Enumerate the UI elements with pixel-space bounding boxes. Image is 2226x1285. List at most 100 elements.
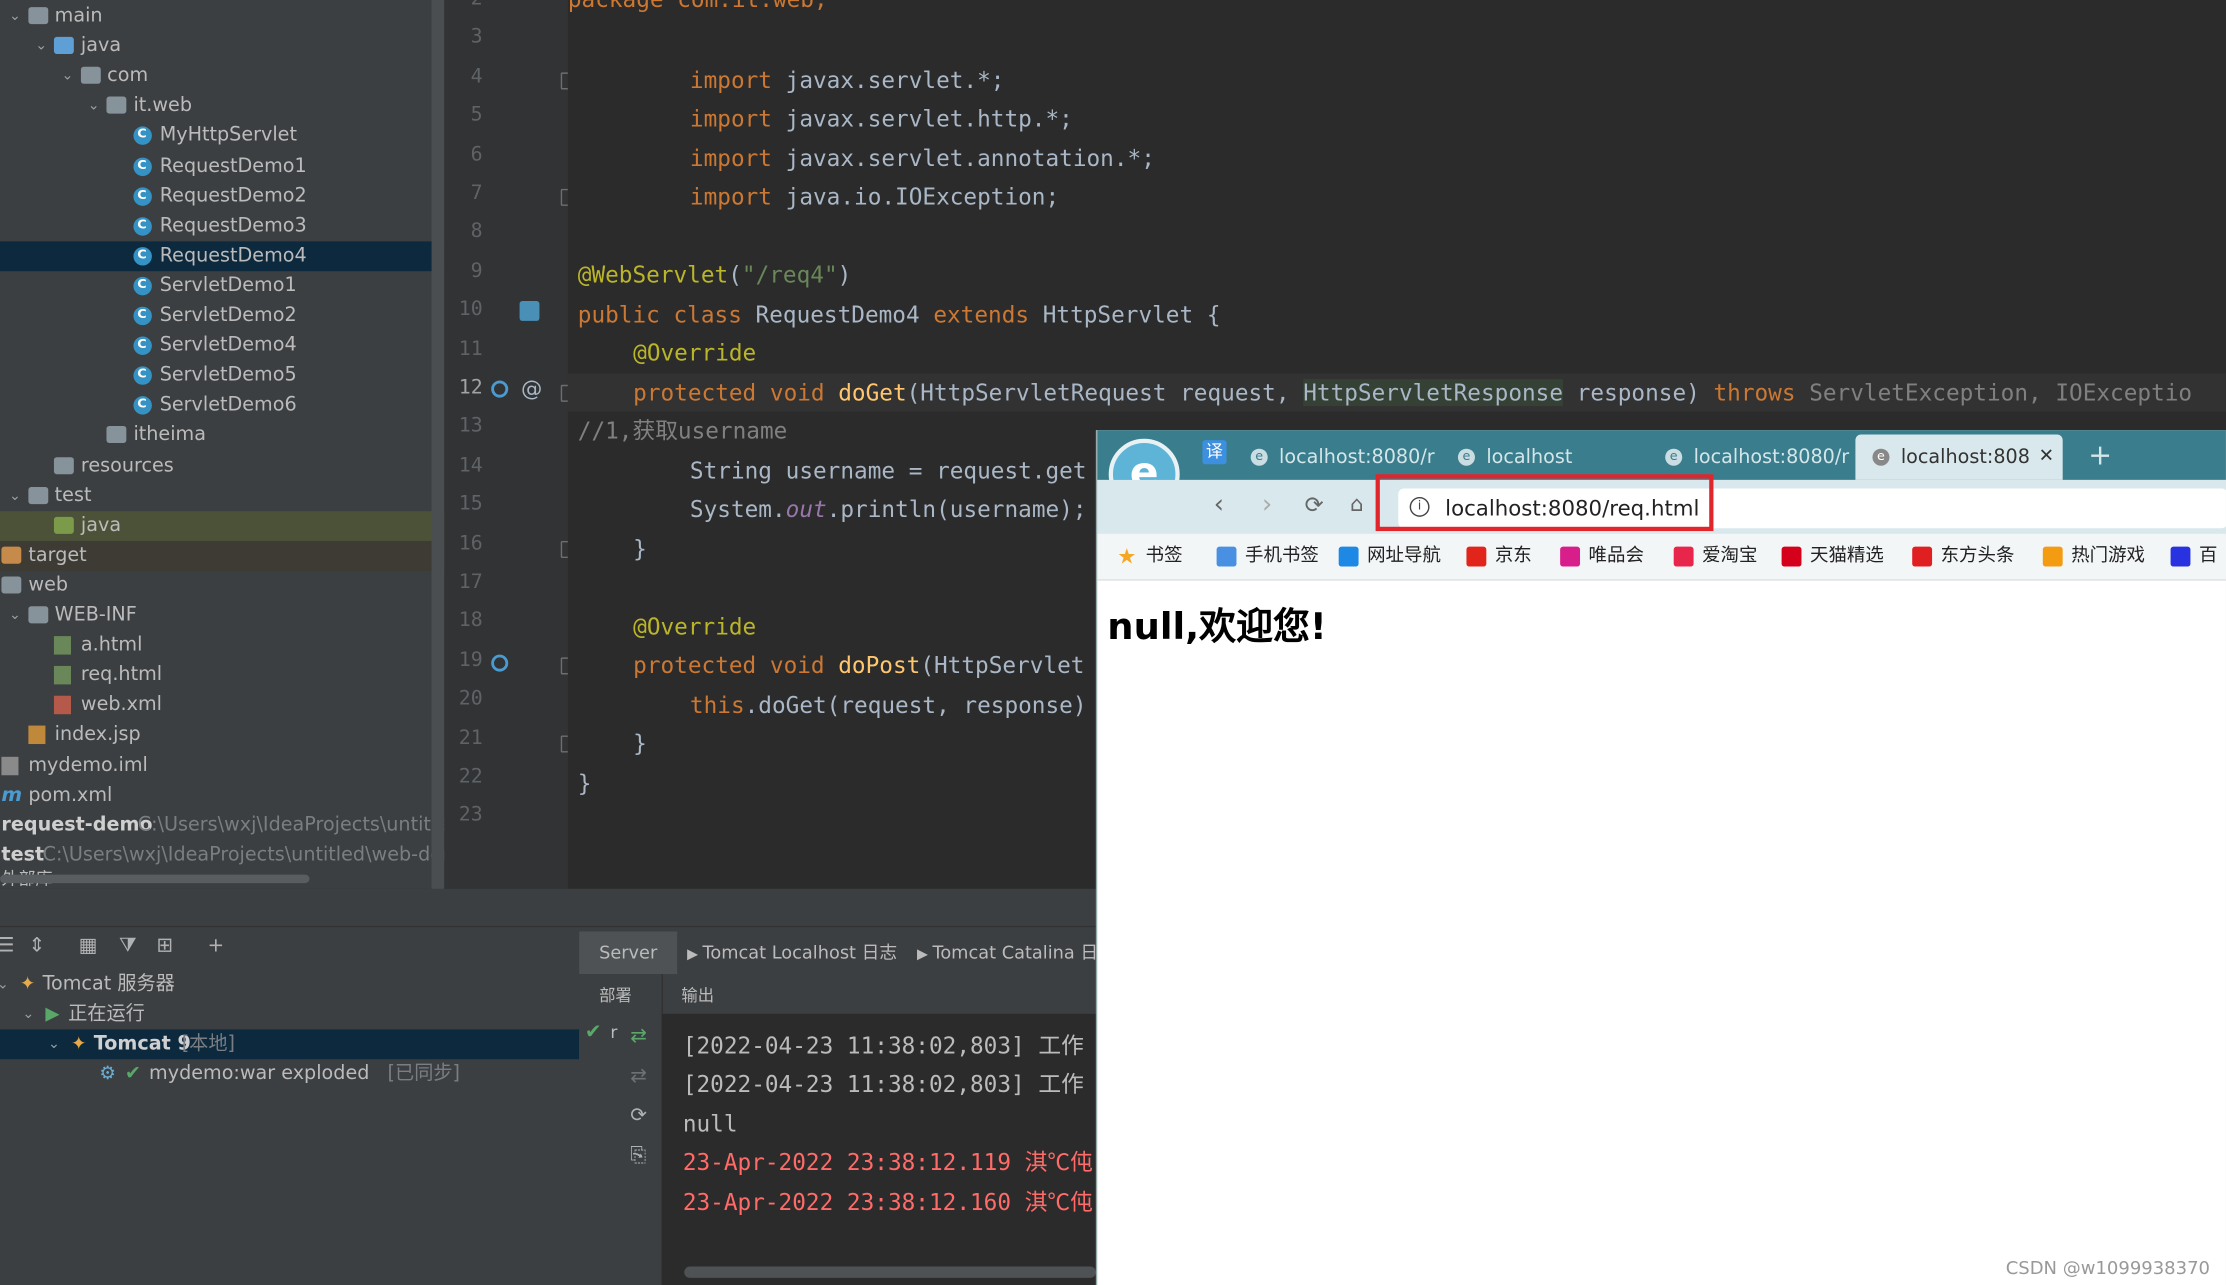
tree-item[interactable]: resources (0, 451, 444, 481)
tree-item[interactable]: C ServletDemo6 (0, 391, 444, 421)
tree-item-label: main (54, 4, 103, 27)
tree-item[interactable]: C RequestDemo3 (0, 211, 444, 241)
chevron-down-icon[interactable]: ⌄ (6, 481, 23, 511)
code-text: package com.it.web; (568, 0, 828, 13)
expand-all-icon[interactable]: ☰ (0, 934, 17, 957)
browser-tab[interactable]: e localhost:8080/r (1648, 434, 1855, 479)
tree-item[interactable]: C RequestDemo1 (0, 151, 444, 181)
module-item[interactable]: request-demo C:\Users\wxj\IdeaProjects\un… (0, 810, 444, 840)
tree-item[interactable]: a.html (0, 631, 444, 661)
override-icon[interactable] (491, 380, 509, 398)
tree-item[interactable]: java (0, 510, 445, 541)
translate-button[interactable]: 译 (1202, 440, 1227, 465)
line-number: 22 (458, 765, 483, 789)
folder-icon (80, 67, 101, 85)
tab-catalina-log[interactable]: ▶ Tomcat Catalina 日志 (917, 931, 1116, 974)
close-tab-icon[interactable]: ✕ (2039, 434, 2054, 479)
tree-item[interactable]: target (0, 540, 445, 571)
console-output[interactable]: [2022-04-23 11:38:02,803] 工作 [2022-04-23 … (661, 1013, 1096, 1285)
redeploy-icon[interactable]: ⇄ (630, 1025, 647, 1048)
tree-item[interactable]: ⌄ com (0, 61, 444, 91)
back-icon[interactable]: ‹ (1214, 490, 1224, 520)
tree-item[interactable]: web.xml (0, 690, 444, 720)
tree-item[interactable]: ⌄ WEB-INF (0, 601, 444, 631)
service-item[interactable]: ⚙ ✔ mydemo:war exploded [已同步] (0, 1059, 579, 1089)
screen: ⌄ main ⌄ java ⌄ com ⌄ it.web C MyHttpServlet C Requ… (0, 0, 2226, 1285)
group-icon[interactable]: ▦ (77, 934, 100, 957)
chevron-down-icon[interactable]: ⌄ (85, 91, 102, 121)
bookmark-item[interactable]: 百 (2170, 534, 2217, 579)
forward-icon[interactable]: › (1262, 490, 1272, 520)
service-item[interactable]: ⌄ ✦ Tomcat 9 [本地] (0, 1029, 580, 1060)
bookmark-item[interactable]: 唯品会 (1560, 534, 1644, 579)
bookmark-item[interactable]: 手机书签 (1216, 534, 1319, 579)
browser-tab[interactable]: e localhost (1441, 434, 1648, 479)
bookmark-item[interactable]: 京东 (1466, 534, 1532, 579)
play-icon: ▶ (45, 1003, 60, 1026)
code-line-19: protected void doPost(HttpServlet (633, 646, 1084, 684)
line-number: 18 (458, 609, 483, 633)
deploy-all-icon[interactable]: ⎘ (630, 1144, 646, 1167)
at-icon[interactable]: @ (521, 376, 542, 402)
tree-item[interactable]: C RequestDemo2 (0, 181, 444, 211)
bookmark-item[interactable]: 天猫精选 (1781, 534, 1884, 579)
tab-deploy[interactable]: 部署 (599, 974, 632, 1014)
servlet-icon[interactable] (519, 301, 540, 321)
tree-item[interactable]: m pom.xml (0, 780, 444, 810)
tree-item[interactable]: C MyHttpServlet (0, 121, 444, 151)
home-icon[interactable]: ⌂ (1350, 491, 1364, 517)
tree-item[interactable]: itheima (0, 421, 444, 451)
service-item[interactable]: ⌄ ✦ Tomcat 服务器 (0, 970, 579, 1000)
bookmark-item[interactable]: 热门游戏 (2042, 534, 2145, 579)
bookmark-item[interactable]: 网址导航 (1338, 534, 1441, 579)
new-tab-button[interactable]: + (2088, 434, 2112, 474)
tree-item[interactable]: ⌄ it.web (0, 91, 444, 121)
tab-output[interactable]: 输出 (681, 974, 714, 1014)
bookmark-item[interactable]: ★ 书签 (1117, 534, 1182, 579)
chevron-down-icon[interactable]: ⌄ (33, 31, 50, 61)
refresh-icon[interactable]: ⟳ (630, 1105, 647, 1128)
tab-server[interactable]: Server (579, 931, 678, 975)
chevron-down-icon[interactable]: ⌄ (45, 1029, 62, 1059)
reload-icon[interactable]: ⟳ (1305, 491, 1324, 518)
tree-item[interactable]: index.jsp (0, 720, 444, 750)
bookmark-label: 唯品会 (1588, 545, 1644, 567)
tree-item[interactable]: C ServletDemo5 (0, 361, 444, 391)
chevron-down-icon[interactable]: ⌄ (0, 970, 11, 1000)
tree-item[interactable]: C ServletDemo2 (0, 301, 444, 331)
new-tab-icon[interactable]: ⊞ (153, 934, 176, 957)
chevron-down-icon[interactable]: ⌄ (20, 1000, 37, 1030)
tree-item[interactable]: ⌄ java (0, 31, 444, 61)
override-icon[interactable] (491, 654, 509, 672)
bookmark-item[interactable]: 东方头条 (1912, 534, 2014, 579)
code-text: "/req4" (741, 261, 838, 289)
browser-tab[interactable]: e localhost:808 ✕ (1855, 434, 2063, 480)
tree-item[interactable]: ⌄ main (0, 1, 444, 31)
tree-item[interactable]: web (0, 571, 444, 601)
tree-item[interactable]: mydemo.iml (0, 750, 444, 780)
tree-scrollbar[interactable] (431, 0, 445, 889)
bookmark-item[interactable]: 爱淘宝 (1673, 534, 1757, 579)
filter-icon[interactable]: ⧩ (116, 934, 139, 957)
chevron-down-icon[interactable]: ⌄ (59, 61, 76, 91)
bookmark-icon (1338, 545, 1359, 566)
tree-item[interactable]: C ServletDemo1 (0, 271, 444, 301)
html-file-icon (53, 636, 71, 655)
code-text: this (689, 691, 745, 719)
tree-item[interactable]: C RequestDemo4 (0, 241, 445, 271)
tree-item[interactable]: req.html (0, 661, 444, 691)
collapse-all-icon[interactable]: ⇕ (26, 934, 49, 957)
line-number: 4 (470, 65, 483, 88)
tab-localhost-log[interactable]: ▶ Tomcat Localhost 日志 (687, 931, 897, 974)
tree-hscrollbar[interactable] (0, 874, 310, 884)
tree-item[interactable]: ⌄ test (0, 481, 444, 511)
add-icon[interactable]: + (204, 934, 227, 957)
chevron-down-icon[interactable]: ⌄ (6, 601, 23, 631)
deploy-item[interactable]: r (610, 1022, 617, 1042)
service-item[interactable]: ⌄ ▶ 正在运行 (0, 1000, 579, 1030)
tree-item[interactable]: C ServletDemo4 (0, 331, 444, 361)
browser-tab[interactable]: e localhost:8080/r (1234, 434, 1441, 479)
console-scrollbar[interactable] (684, 1266, 1096, 1278)
class-icon: C (132, 276, 152, 296)
chevron-down-icon[interactable]: ⌄ (6, 1, 23, 31)
